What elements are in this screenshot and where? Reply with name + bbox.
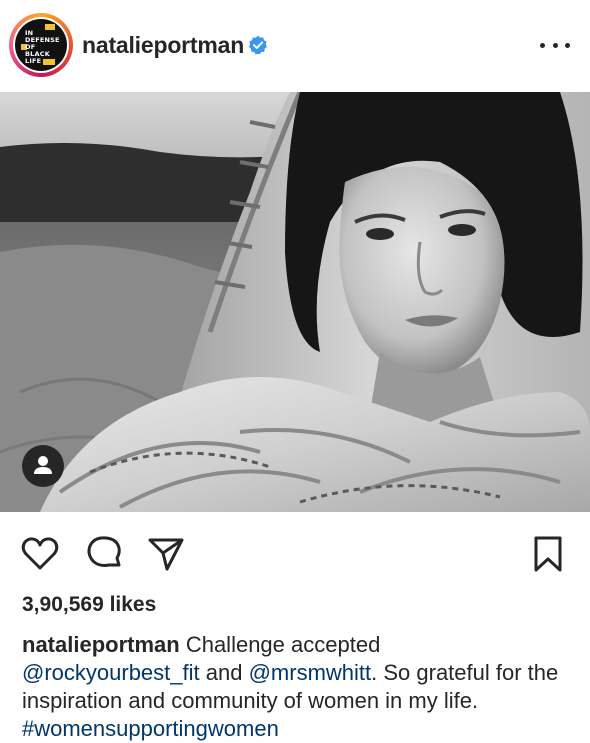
- dot: [540, 42, 545, 48]
- action-bar: [0, 512, 590, 592]
- dot: [565, 42, 570, 48]
- post-image[interactable]: [0, 92, 590, 512]
- hashtag-link[interactable]: #womensupportingwomen: [22, 716, 279, 741]
- caption: natalieportman Challenge accepted @rocky…: [22, 631, 582, 743]
- user-tag-icon: [34, 456, 52, 474]
- more-options-icon[interactable]: [540, 36, 570, 54]
- avatar-image: IN DEFENSE OF BLACK LIFE: [15, 19, 67, 71]
- user-tag-button[interactable]: [22, 445, 64, 487]
- avatar-logo-text: IN DEFENSE OF BLACK LIFE: [25, 29, 60, 65]
- caption-text: and: [205, 660, 243, 685]
- heart-icon[interactable]: [20, 534, 60, 574]
- story-ring[interactable]: IN DEFENSE OF BLACK LIFE: [9, 13, 73, 77]
- avatar[interactable]: IN DEFENSE OF BLACK LIFE: [13, 17, 69, 73]
- caption-text: Challenge accepted: [185, 632, 381, 657]
- comment-icon[interactable]: [84, 534, 124, 574]
- photo-illustration: [0, 92, 590, 512]
- bookmark-icon[interactable]: [528, 534, 568, 574]
- verified-badge-icon: [248, 35, 267, 55]
- mention-link[interactable]: @rockyourbest_fit: [22, 660, 200, 685]
- caption-username[interactable]: natalieportman: [22, 632, 180, 657]
- mention-link[interactable]: @mrsmwhitt: [249, 660, 372, 685]
- likes-count[interactable]: 3,90,569 likes: [22, 593, 156, 617]
- username[interactable]: natalieportman: [82, 32, 244, 59]
- dot: [552, 42, 558, 48]
- post-header: IN DEFENSE OF BLACK LIFE natalieportman: [0, 0, 590, 92]
- share-icon[interactable]: [146, 534, 186, 574]
